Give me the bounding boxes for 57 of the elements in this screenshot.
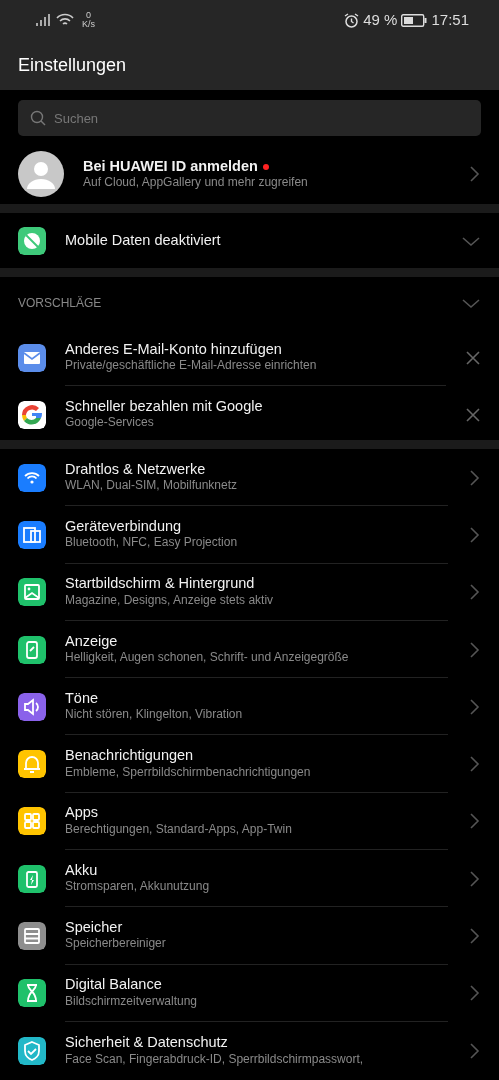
speed-unit: K/s [82,20,95,29]
account-subtitle: Auf Cloud, AppGallery und mehr zugreifen [83,174,308,189]
alarm-icon [344,12,360,28]
chevron-right-icon [467,640,481,659]
account-title[interactable]: Bei HUAWEI ID anmelden [83,157,258,174]
setting-subtitle: Berechtigungen, Standard-Apps, App-Twin [65,821,292,836]
speed-value: 0 [85,11,92,20]
wifi-icon [56,13,74,27]
chevron-right-icon [467,812,481,831]
setting-title[interactable]: Akku [65,861,98,878]
setting-title[interactable]: Speicher [65,919,123,936]
avatar-icon [18,151,64,197]
signal-icon [36,14,50,26]
setting-title[interactable]: Schneller bezahlen mit Google [65,398,263,414]
chevron-right-icon [467,525,481,544]
setting-title[interactable]: Startbildschirm & Hintergrund [65,575,255,592]
setting-subtitle: Nicht stören, Klingelton, Vibration [65,707,243,722]
setting-title[interactable]: Digital Balance [65,976,162,993]
setting-title[interactable]: Geräteverbindung [65,517,182,534]
mobile-data-title[interactable]: Mobile Daten deaktiviert [65,231,221,248]
setting-title[interactable]: Drahtlos & Netzwerke [65,460,206,477]
section-heading: VORSCHLÄGE [18,295,103,312]
setting-subtitle: Stromsparen, Akkunutzung [65,879,210,894]
setting-subtitle: Google-Services [65,415,154,430]
battery-percent: 49 % [363,9,398,30]
setting-subtitle: WLAN, Dual-SIM, Mobilfunknetz [65,478,238,493]
chevron-right-icon [467,697,481,716]
setting-subtitle: Embleme, Sperrbildschirmbenachrichtigungen [65,764,311,779]
setting-title[interactable]: Benachrichtigungen [65,747,194,764]
battery-icon [401,13,428,27]
mobile-data-off-icon [18,226,46,255]
setting-subtitle: Bluetooth, NFC, Easy Projection [65,535,238,550]
close-icon [465,406,481,423]
chevron-right-icon [467,927,481,945]
setting-title[interactable]: Anderes E-Mail-Konto hinzufügen [65,340,282,357]
chevron-right-icon [467,1041,481,1060]
setting-subtitle: Private/geschäftliche E-Mail-Adresse einrichten [65,357,317,372]
clock-time: 17:51 [431,9,469,30]
chevron-right-icon [467,984,481,1003]
setting-subtitle: Magazine, Designs, Anzeige stets aktiv [65,592,274,607]
search-icon [30,110,46,126]
setting-subtitle: Speicherbereiniger [65,936,166,951]
page-title: Einstellungen [18,53,127,77]
setting-title[interactable]: Töne [65,689,99,706]
chevron-right-icon [467,869,481,888]
setting-title[interactable]: Anzeige [65,632,118,649]
setting-subtitle: Face Scan, Fingerabdruck-ID, Sperrbildschirmpasswort, [65,1051,364,1066]
chevron-right-icon [467,755,481,774]
setting-title[interactable]: Sicherheit & Datenschutz [65,1034,228,1051]
setting-subtitle: Bildschirmzeitverwaltung [65,993,198,1008]
setting-title[interactable]: Apps [65,804,99,821]
search-field[interactable]: Suchen [18,100,481,136]
chevron-right-icon [467,468,481,487]
close-icon [465,349,481,366]
chevron-right-icon [467,165,481,183]
setting-subtitle: Helligkeit, Augen schonen, Schrift- und Anzeigegröße [65,649,349,664]
chevron-right-icon [467,583,481,602]
